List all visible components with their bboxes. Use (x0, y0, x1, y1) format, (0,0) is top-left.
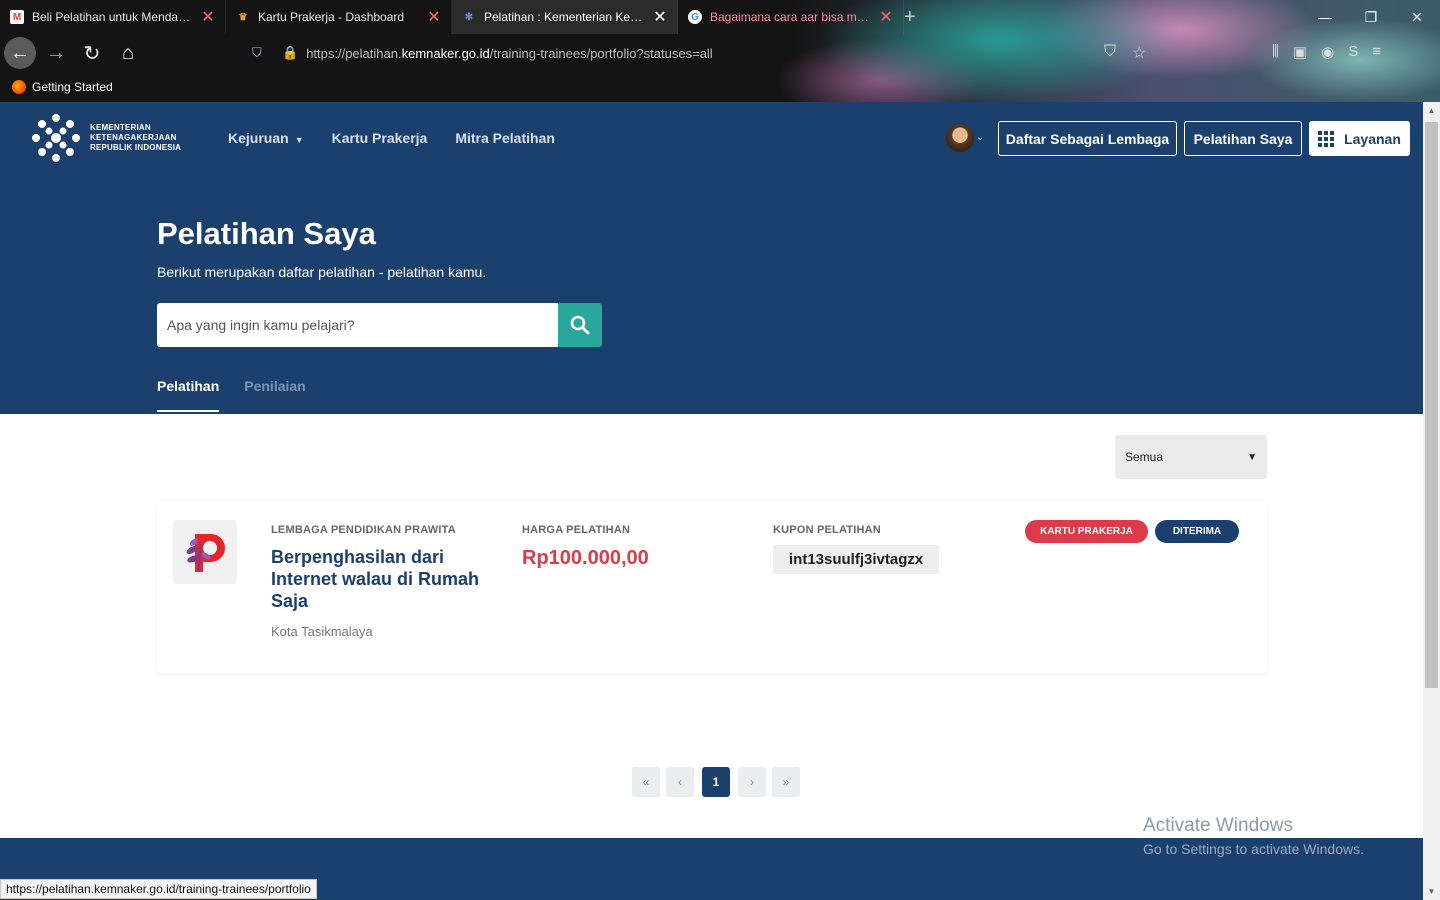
maximize-icon[interactable]: ❐ (1348, 0, 1394, 34)
content-tabs: Pelatihan Penilaian (157, 378, 306, 412)
browser-tab-google[interactable]: G Bagaimana cara aar bisa mengikuti ✕ (678, 0, 904, 34)
account-icon[interactable]: ◉ (1321, 43, 1334, 61)
back-icon[interactable]: ← (4, 37, 36, 69)
close-tab-icon[interactable]: ✕ (879, 7, 893, 27)
chevron-down-icon[interactable]: ⌄ (976, 132, 984, 143)
browser-tab-gmail[interactable]: M Beli Pelatihan untuk Mendapatkan Serti… (0, 0, 226, 34)
price-label: HARGA PELATIHAN (522, 524, 631, 536)
profile-icon[interactable]: S (1348, 43, 1358, 61)
garuda-icon: ♛ (238, 11, 248, 23)
page-prev-button[interactable]: ‹ (666, 767, 694, 797)
browser-tab-pelatihan[interactable]: ✻ Pelatihan : Kementerian Ketenagakerjaa… (452, 0, 678, 34)
reload-icon[interactable]: ↻ (76, 37, 108, 69)
gmail-icon: M (10, 10, 24, 24)
window-controls: — ❐ ✕ (1302, 0, 1440, 34)
tracking-shield-icon[interactable]: ⛉ (252, 45, 266, 61)
kartu-prakerja-badge: KARTU PRAKERJA (1025, 520, 1148, 543)
search-icon (570, 315, 590, 335)
lock-warning-icon[interactable]: 🔒 (282, 45, 298, 61)
close-tab-icon[interactable]: ✕ (427, 7, 441, 27)
browser-tab-prakerja[interactable]: ♛ Kartu Prakerja - Dashboard ✕ (226, 0, 452, 34)
page-1-button[interactable]: 1 (702, 767, 730, 797)
page-last-button[interactable]: » (772, 767, 800, 797)
status-bar-url: https://pelatihan.kemnaker.go.id/trainin… (0, 879, 317, 899)
url-actions: ⛉ ☆ (1104, 43, 1146, 63)
minimize-icon[interactable]: — (1302, 0, 1348, 34)
scrollbar-thumb[interactable] (1425, 122, 1438, 688)
close-tab-icon[interactable]: ✕ (201, 7, 215, 27)
menu-kartu-prakerja[interactable]: Kartu Prakerja (332, 130, 428, 146)
toolbar-right: ⫼ ▣ ◉ S ≡ (1272, 43, 1381, 61)
chevron-down-icon: ▼ (294, 135, 304, 145)
url-bar[interactable]: ⛉ 🔒 https://pelatihan. kemnaker.go.id/tra… (248, 38, 1158, 68)
firefox-icon (12, 80, 26, 94)
bookmark-star-icon[interactable]: ☆ (1132, 43, 1146, 63)
search-button[interactable] (558, 303, 602, 347)
google-icon: G (688, 10, 702, 24)
activate-windows-watermark: Activate Windows Go to Settings to activ… (1143, 815, 1364, 857)
page-next-button[interactable]: › (738, 767, 766, 797)
close-tab-icon[interactable]: ✕ (653, 7, 667, 27)
search-bar (157, 303, 602, 347)
window-close-icon[interactable]: ✕ (1394, 0, 1440, 34)
status-badge: DITERIMA (1155, 520, 1239, 543)
sidebar-icon[interactable]: ▣ (1293, 43, 1307, 61)
menu-mitra-pelatihan[interactable]: Mitra Pelatihan (455, 130, 555, 146)
daftar-lembaga-button[interactable]: Daftar Sebagai Lembaga (998, 121, 1177, 156)
page-title: Pelatihan Saya (157, 216, 376, 251)
pelatihan-saya-button[interactable]: Pelatihan Saya (1184, 121, 1302, 156)
browser-navbar: ← → ↻ ⌂ ⛉ 🔒 https://pelatihan. kemnaker.g… (0, 34, 1440, 72)
coupon-code: int13suulfj3ivtagzx (773, 545, 940, 574)
kemnaker-icon: ✻ (464, 11, 474, 23)
scroll-up-icon[interactable]: ▲ (1423, 102, 1440, 119)
coupon-label: KUPON PELATIHAN (773, 524, 881, 536)
prawita-logo-icon (186, 534, 225, 573)
institution-name: LEMBAGA PENDIDIKAN PRAWITA (271, 524, 456, 536)
menu-kejuruan[interactable]: Kejuruan ▼ (228, 130, 304, 146)
page-scrollbar[interactable]: ▲ ▼ (1423, 102, 1440, 900)
course-price: Rp100.000,00 (522, 547, 649, 569)
course-city: Kota Tasikmalaya (271, 624, 373, 639)
browser-chrome: M Beli Pelatihan untuk Mendapatkan Serti… (0, 0, 1440, 102)
kemnaker-logo[interactable]: KEMENTERIAN KETENAGAKERJAAN REPUBLIK IND… (30, 112, 181, 164)
search-input[interactable] (157, 303, 558, 347)
bookmarks-bar: Getting Started (0, 74, 113, 100)
forward-icon[interactable]: → (40, 37, 72, 69)
user-avatar[interactable] (946, 124, 974, 152)
main-menu: Kejuruan ▼ Kartu Prakerja Mitra Pelatihan (228, 130, 555, 146)
pagination: « ‹ 1 › » (632, 767, 800, 797)
page-subtitle: Berikut merupakan daftar pelatihan - pel… (157, 264, 487, 280)
tab-strip: M Beli Pelatihan untuk Mendapatkan Serti… (0, 0, 1440, 34)
scroll-down-icon[interactable]: ▼ (1423, 883, 1440, 900)
tab-penilaian[interactable]: Penilaian (244, 378, 305, 412)
institution-logo (173, 520, 237, 584)
bookmark-getting-started[interactable]: Getting Started (32, 80, 113, 94)
pocket-icon[interactable]: ⛉ (1104, 43, 1116, 63)
status-filter-select[interactable]: Semua ▼ (1115, 435, 1267, 479)
logo-text: KEMENTERIAN KETENAGAKERJAAN REPUBLIK IND… (90, 123, 182, 152)
page-first-button[interactable]: « (632, 767, 660, 797)
course-title[interactable]: Berpenghasilan dari Internet walau di Ru… (271, 546, 491, 612)
site-header: KEMENTERIAN KETENAGAKERJAAN REPUBLIK IND… (0, 102, 1423, 414)
training-card[interactable]: LEMBAGA PENDIDIKAN PRAWITA Berpenghasila… (157, 502, 1267, 673)
layanan-button[interactable]: Layanan (1309, 121, 1410, 156)
tab-pelatihan[interactable]: Pelatihan (157, 378, 220, 412)
apps-grid-icon (1318, 130, 1335, 147)
kemnaker-logo-icon (32, 114, 80, 162)
menu-icon[interactable]: ≡ (1372, 43, 1381, 61)
dropdown-arrow-icon: ▼ (1247, 451, 1257, 463)
library-icon[interactable]: ⫼ (1272, 43, 1279, 61)
new-tab-icon[interactable]: + (904, 6, 916, 29)
home-icon[interactable]: ⌂ (112, 37, 144, 69)
